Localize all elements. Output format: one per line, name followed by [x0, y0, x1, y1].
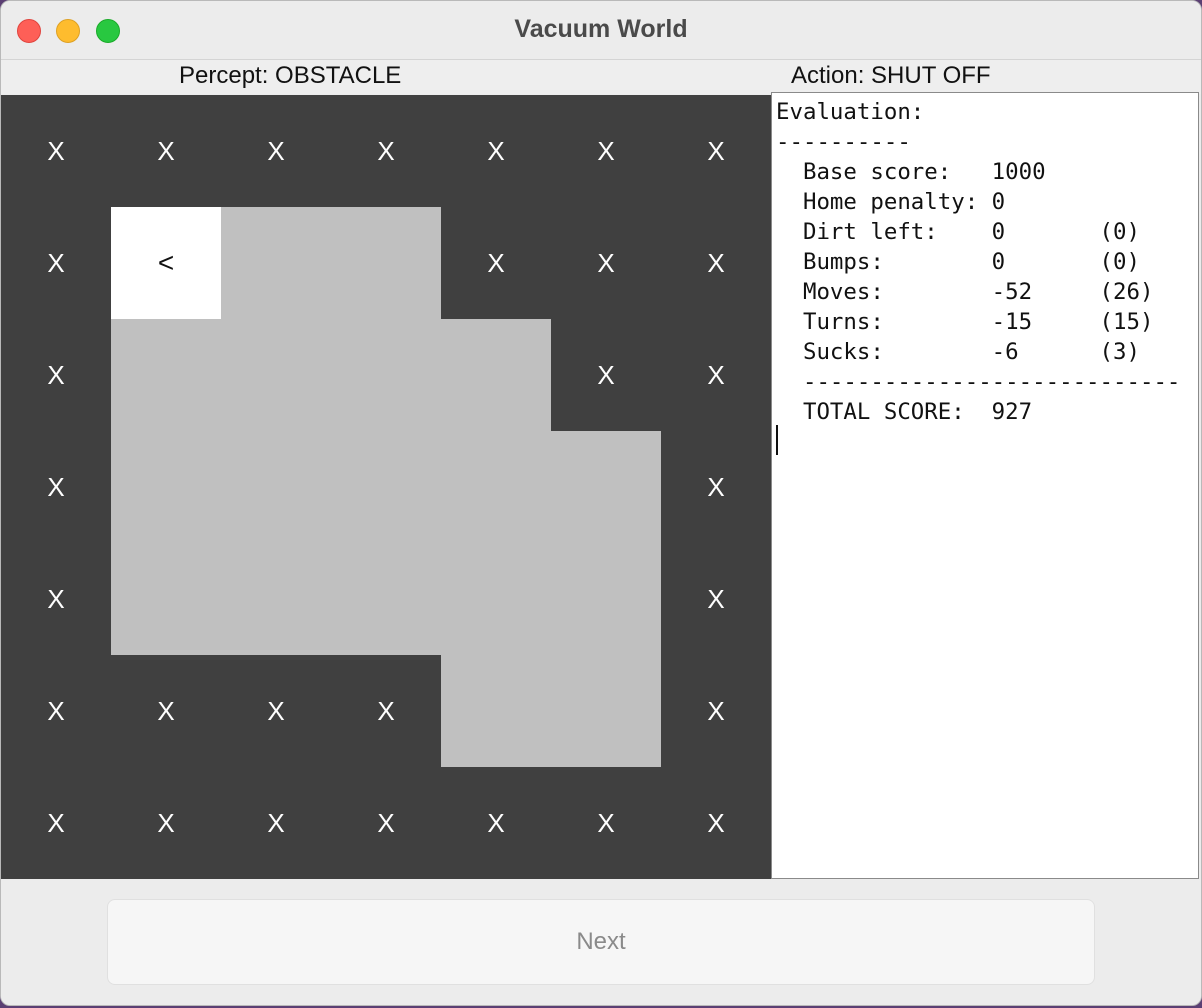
status-row: Percept: OBSTACLE Action: SHUT OFF — [1, 60, 1201, 94]
floor-cell — [111, 431, 221, 543]
action-label: Action: SHUT OFF — [791, 62, 991, 89]
floor-cell — [221, 319, 331, 431]
wall-cell: X — [661, 655, 771, 767]
floor-cell — [551, 431, 661, 543]
floor-cell — [441, 655, 551, 767]
wall-cell: X — [551, 767, 661, 879]
wall-cell: X — [551, 207, 661, 319]
vacuum-world-grid: X X X X X X X X < X X X X X X X X X X X X X X X X X X X X X X — [1, 95, 771, 879]
evaluation-panel[interactable]: Evaluation: ---------- Base score: 1000 … — [771, 92, 1199, 879]
floor-cell — [331, 543, 441, 655]
wall-cell: X — [111, 767, 221, 879]
wall-cell: X — [551, 319, 661, 431]
evaluation-text[interactable]: Evaluation: ---------- Base score: 1000 … — [772, 93, 1198, 427]
floor-cell — [551, 543, 661, 655]
floor-cell — [221, 431, 331, 543]
floor-cell — [221, 207, 331, 319]
floor-cell — [111, 543, 221, 655]
floor-cell — [331, 431, 441, 543]
wall-cell: X — [661, 319, 771, 431]
wall-cell: X — [661, 95, 771, 207]
wall-cell: X — [441, 95, 551, 207]
floor-cell — [441, 543, 551, 655]
floor-cell — [441, 431, 551, 543]
wall-cell: X — [1, 767, 111, 879]
wall-cell: X — [1, 207, 111, 319]
text-cursor — [776, 425, 778, 455]
wall-cell: X — [441, 207, 551, 319]
bottom-bar: Next — [1, 880, 1201, 1005]
floor-cell — [441, 319, 551, 431]
wall-cell: X — [661, 207, 771, 319]
wall-cell: X — [1, 319, 111, 431]
floor-cell — [111, 319, 221, 431]
wall-cell: X — [661, 767, 771, 879]
wall-cell: X — [1, 655, 111, 767]
wall-cell: X — [661, 543, 771, 655]
agent-cell: < — [111, 207, 221, 319]
wall-cell: X — [441, 767, 551, 879]
next-button[interactable]: Next — [107, 899, 1095, 985]
wall-cell: X — [1, 95, 111, 207]
app-window: Vacuum World Percept: OBSTACLE Action: S… — [0, 0, 1202, 1006]
wall-cell: X — [1, 431, 111, 543]
wall-cell: X — [221, 767, 331, 879]
wall-cell: X — [1, 543, 111, 655]
floor-cell — [331, 207, 441, 319]
wall-cell: X — [331, 95, 441, 207]
title-bar: Vacuum World — [1, 1, 1201, 60]
wall-cell: X — [331, 655, 441, 767]
floor-cell — [221, 543, 331, 655]
wall-cell: X — [111, 95, 221, 207]
window-title: Vacuum World — [514, 15, 688, 43]
floor-cell — [331, 319, 441, 431]
percept-label: Percept: OBSTACLE — [179, 62, 402, 89]
wall-cell: X — [221, 655, 331, 767]
wall-cell: X — [661, 431, 771, 543]
floor-cell — [551, 655, 661, 767]
wall-cell: X — [111, 655, 221, 767]
wall-cell: X — [551, 95, 661, 207]
wall-cell: X — [221, 95, 331, 207]
wall-cell: X — [331, 767, 441, 879]
